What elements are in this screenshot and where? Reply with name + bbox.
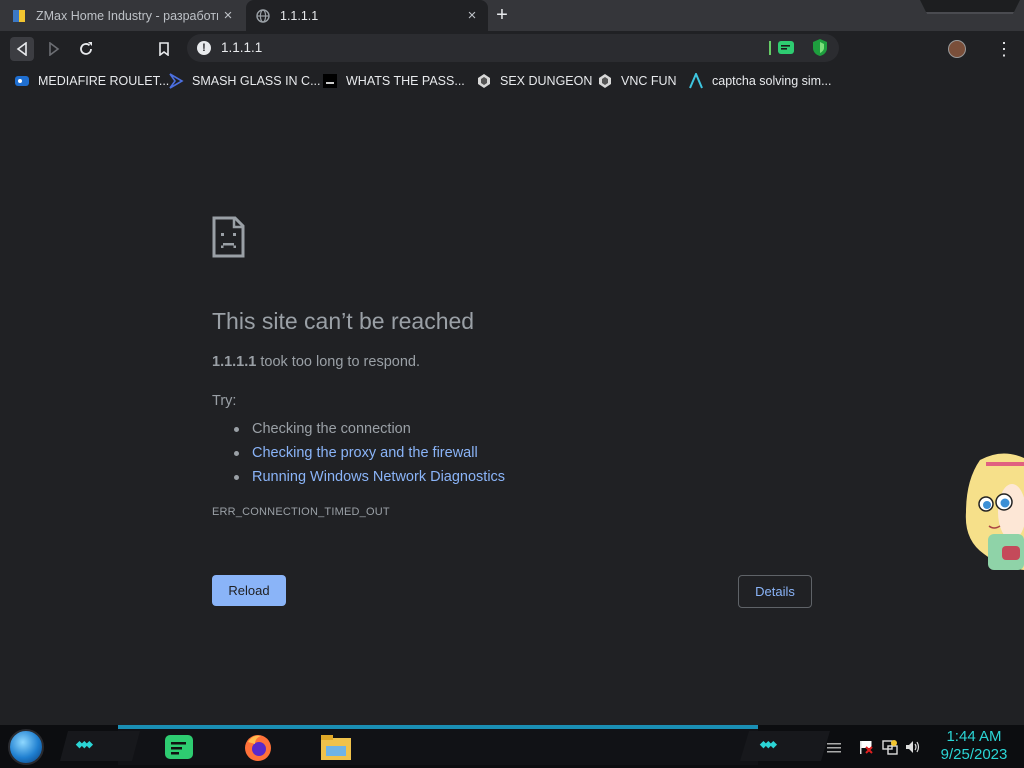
list-item: Running Windows Network Diagnostics <box>234 465 505 489</box>
new-tab-button[interactable]: + <box>492 4 512 26</box>
error-message: took too long to respond. <box>256 354 420 370</box>
bookmark-vnc-fun[interactable]: VNC FUN <box>597 72 677 90</box>
tab-title: ZMax Home Industry - разработк <box>36 8 218 23</box>
terminal-icon <box>322 73 338 89</box>
clock-date: 9/25/2023 <box>940 746 1008 763</box>
url-text[interactable]: 1.1.1.1 <box>221 40 262 55</box>
reload-icon <box>80 42 92 55</box>
volume-icon[interactable] <box>905 739 921 755</box>
bookmarks-bar: MEDIAFIRE ROULET... SMASH GLASS IN C... … <box>0 67 1024 95</box>
chat-extension-icon[interactable] <box>777 39 795 57</box>
tab-1111[interactable]: 1.1.1.1 × <box>246 0 488 31</box>
action-center-flag-icon[interactable] <box>858 739 874 755</box>
list-item: Checking the proxy and the firewall <box>234 441 505 465</box>
bookmark-whats-the-pass[interactable]: WHATS THE PASS... <box>322 72 465 90</box>
chevron-decor-icon: ◆◆◆ <box>76 739 93 749</box>
reload-button[interactable]: Reload <box>212 575 286 606</box>
taskbar-spotify[interactable] <box>163 731 195 763</box>
info-icon[interactable]: ! <box>197 41 211 55</box>
bookmark-mediafire[interactable]: MEDIAFIRE ROULET... <box>14 72 169 90</box>
taskbar: ◆◆◆ ◆◆◆ 1:44 AM 9/25/2023 <box>0 725 1024 768</box>
bookmark-button[interactable] <box>152 37 176 61</box>
forward-icon <box>49 42 60 56</box>
tab-zmax[interactable]: ZMax Home Industry - разработк × <box>0 0 244 31</box>
python-icon <box>12 9 26 23</box>
globe-icon <box>256 8 270 23</box>
clock-time: 1:44 AM <box>946 728 1002 745</box>
file-explorer-icon <box>321 735 351 760</box>
list-item: Checking the connection <box>234 417 505 441</box>
close-tab-icon[interactable]: × <box>218 7 238 24</box>
suggestion-network-diagnostics-link[interactable]: Running Windows Network Diagnostics <box>252 469 505 485</box>
omnibox-divider <box>769 41 771 55</box>
taskbar-left-panel <box>60 731 140 761</box>
mediafire-icon <box>14 73 30 89</box>
bullet <box>234 426 239 432</box>
spotify-icon <box>165 735 193 759</box>
error-host: 1.1.1.1 <box>212 354 257 370</box>
forward-button[interactable] <box>42 37 66 61</box>
bullet <box>234 474 239 480</box>
bookmark-sex-dungeon[interactable]: SEX DUNGEON <box>476 72 592 90</box>
shield-extension-icon[interactable] <box>812 38 828 57</box>
bookmark-smash-glass[interactable]: SMASH GLASS IN C... <box>168 72 321 90</box>
close-tab-icon[interactable]: × <box>462 7 482 24</box>
taskbar-right-panel <box>740 731 830 761</box>
taskbar-accent-strip <box>118 725 758 729</box>
sad-page-icon <box>212 216 245 258</box>
details-button[interactable]: Details <box>738 575 812 608</box>
taskbar-firefox[interactable] <box>242 731 274 763</box>
bookmark-label: VNC FUN <box>621 74 677 88</box>
captcha-icon <box>688 73 704 89</box>
suggestion-proxy-firewall-link[interactable]: Checking the proxy and the firewall <box>252 445 478 461</box>
error-title: This site can’t be reached <box>212 308 475 334</box>
network-icon[interactable] <box>882 739 898 755</box>
tab-title: 1.1.1.1 <box>280 8 319 23</box>
bookmark-label: captcha solving sim... <box>712 74 832 88</box>
bookmark-captcha[interactable]: captcha solving sim... <box>688 72 832 90</box>
bookmark-label: WHATS THE PASS... <box>346 74 465 88</box>
tab-strip: ZMax Home Industry - разработк × 1.1.1.1… <box>0 0 1024 31</box>
clock[interactable]: 1:44 AM 9/25/2023 <box>928 728 1020 764</box>
taskbar-file-explorer[interactable] <box>320 731 352 763</box>
glass-icon <box>168 73 184 89</box>
bookmark-label: SMASH GLASS IN C... <box>192 74 321 88</box>
suggestion-list: Checking the connection Checking the pro… <box>234 417 505 489</box>
firefox-icon <box>245 735 271 761</box>
window-caption-bar <box>920 0 1020 14</box>
error-description: 1.1.1.1 took too long to respond. <box>212 354 420 370</box>
page-content: This site can’t be reached 1.1.1.1 took … <box>0 95 1024 725</box>
start-button[interactable] <box>8 729 44 765</box>
profile-avatar[interactable] <box>948 40 966 58</box>
bookmark-icon <box>159 42 169 56</box>
reload-button[interactable] <box>74 37 98 61</box>
bookmark-label: MEDIAFIRE ROULET... <box>38 74 170 88</box>
suggestion-check-connection: Checking the connection <box>252 421 411 437</box>
bullet <box>234 450 239 456</box>
toolbar: ! 1.1.1.1 ⋮ <box>0 31 1024 67</box>
menu-button[interactable]: ⋮ <box>994 37 1014 61</box>
chevron-decor-icon: ◆◆◆ <box>760 739 777 749</box>
error-code: ERR_CONNECTION_TIMED_OUT <box>212 506 390 518</box>
address-bar[interactable]: ! 1.1.1.1 <box>187 34 839 62</box>
tray-menu-icon[interactable] <box>826 739 842 755</box>
back-button[interactable] <box>10 37 34 61</box>
vnc-icon <box>597 73 613 89</box>
bookmark-label: SEX DUNGEON <box>500 74 593 88</box>
try-label: Try: <box>212 393 237 409</box>
desktop-mascot-character <box>965 453 1024 570</box>
taskbar-center-panel <box>118 729 758 765</box>
dungeon-icon <box>476 73 492 89</box>
back-icon <box>16 42 27 56</box>
